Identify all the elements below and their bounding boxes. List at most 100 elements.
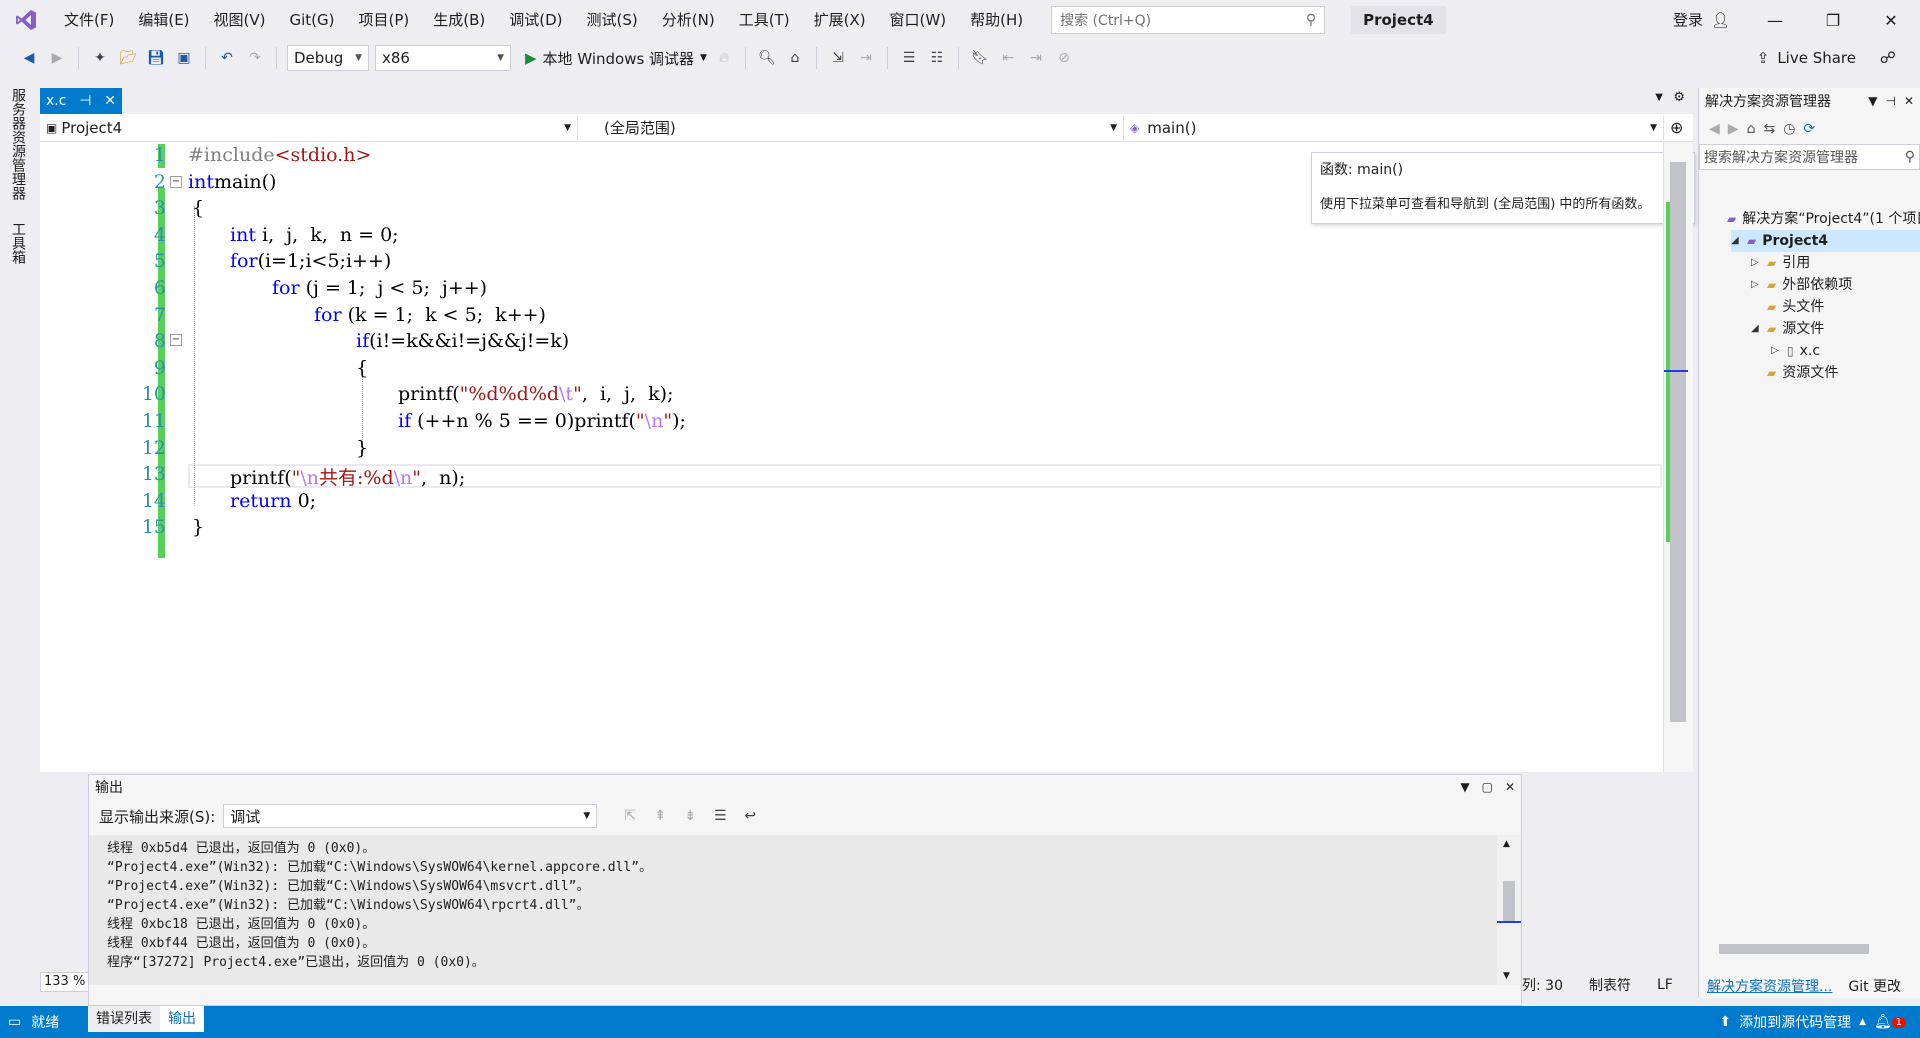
menu-item[interactable]: 视图(V) xyxy=(202,0,278,40)
sync-icon[interactable]: ⟳ xyxy=(1803,121,1815,137)
close-window-button[interactable]: ✕ xyxy=(1862,0,1920,40)
menu-item[interactable]: 调试(D) xyxy=(497,0,574,40)
solution-search-input[interactable]: 搜索解决方案资源管理器 ⚲ xyxy=(1699,144,1920,170)
zoom-level[interactable]: 133 % xyxy=(40,972,90,992)
tree-item[interactable]: ◢ ▰ 源文件 xyxy=(1751,318,1824,340)
editor-scrollbar[interactable] xyxy=(1663,142,1693,772)
step-over-icon[interactable]: ⇥ xyxy=(855,47,877,69)
maximize-button[interactable]: ❐ xyxy=(1804,0,1862,40)
tab-output[interactable]: 输出 xyxy=(160,1006,204,1032)
expander-icon[interactable]: ▷ xyxy=(1751,274,1761,296)
forward-icon[interactable]: ▶ xyxy=(46,47,68,69)
menu-item[interactable]: 生成(B) xyxy=(421,0,497,40)
search-input[interactable]: 搜索 (Ctrl+Q) ⚲ xyxy=(1051,6,1326,34)
notifications-button[interactable]: 🔔︎ 1 xyxy=(1874,1014,1906,1030)
indent-mode[interactable]: 制表符 xyxy=(1589,975,1631,995)
redo-icon[interactable]: ↷ xyxy=(244,47,266,69)
panel-dropdown-icon[interactable]: ▼ xyxy=(1460,780,1469,794)
expander-icon[interactable]: ◢ xyxy=(1731,230,1741,252)
tree-item[interactable]: ▰ 解决方案“Project4”(1 个项目) xyxy=(1711,208,1920,230)
forward-icon[interactable]: ▶ xyxy=(1728,121,1739,137)
menu-item[interactable]: 工具(T) xyxy=(727,0,802,40)
solution-hscroll-thumb[interactable] xyxy=(1719,944,1869,954)
uncomment-icon[interactable]: ☷ xyxy=(926,47,948,69)
pin-icon[interactable]: ⊣ xyxy=(79,93,91,109)
fold-toggle-icon[interactable]: − xyxy=(170,334,182,346)
column-indicator[interactable]: 列: 30 xyxy=(1522,975,1563,995)
solution-explorer-icon[interactable]: ⌂ xyxy=(784,47,806,69)
maximize-panel-icon[interactable]: ▢ xyxy=(1482,780,1493,794)
output-scroll-thumb[interactable] xyxy=(1503,881,1515,921)
close-panel-icon[interactable]: ✕ xyxy=(1505,780,1515,794)
tree-item[interactable]: ▰ 头文件 xyxy=(1751,296,1824,318)
menu-item[interactable]: 文件(F) xyxy=(52,0,126,40)
menu-item[interactable]: 测试(S) xyxy=(575,0,650,40)
word-wrap-icon[interactable]: ↩ xyxy=(739,805,761,827)
expander-icon[interactable]: ▷ xyxy=(1751,252,1761,274)
project-dropdown[interactable]: ▣ Project4 ▼ xyxy=(40,115,578,140)
split-editor-icon[interactable]: ⊕ xyxy=(1670,118,1683,137)
output-scrollbar[interactable]: ▲ ▼ xyxy=(1497,835,1521,985)
tree-item[interactable]: ▷ ▰ 外部依赖项 xyxy=(1751,274,1852,296)
tab-list-dropdown-icon[interactable]: ▼ xyxy=(1655,92,1663,103)
feedback-icon[interactable]: ☍ xyxy=(1880,48,1896,67)
line-ending[interactable]: LF xyxy=(1657,977,1673,993)
prev-message-icon[interactable]: ⇞ xyxy=(649,805,671,827)
back-icon[interactable]: ◀ xyxy=(18,47,40,69)
find-message-icon[interactable]: ⇱ xyxy=(619,805,641,827)
new-project-icon[interactable]: ✦ xyxy=(89,47,111,69)
menu-item[interactable]: 窗口(W) xyxy=(878,0,959,40)
save-all-icon[interactable]: ▣ xyxy=(173,47,195,69)
clear-bookmarks-icon[interactable]: ⊘ xyxy=(1053,47,1075,69)
close-tab-icon[interactable]: ✕ xyxy=(104,93,116,109)
next-message-icon[interactable]: ⇟ xyxy=(679,805,701,827)
tab-error-list[interactable]: 错误列表 xyxy=(88,1006,160,1032)
undo-icon[interactable]: ↶ xyxy=(216,47,238,69)
editor-scroll-thumb[interactable] xyxy=(1670,162,1686,722)
bookmark-icon[interactable]: 🔖︎ xyxy=(969,47,991,69)
output-source-select[interactable]: 调试 ▼ xyxy=(223,804,598,828)
menu-item[interactable]: 分析(N) xyxy=(650,0,727,40)
server-explorer-tab[interactable]: 服务器资源管理器 xyxy=(8,88,28,200)
login-button[interactable]: 登录 👤︎ xyxy=(1673,0,1730,40)
output-text[interactable]: 线程 0xb5d4 已退出，返回值为 0 (0x0)。 “Project4.exe… xyxy=(89,835,1499,985)
tree-item[interactable]: ▷ ▯ x.c xyxy=(1771,340,1820,362)
panel-dropdown-icon[interactable]: ▼ xyxy=(1868,94,1877,108)
menu-item[interactable]: 帮助(H) xyxy=(958,0,1035,40)
fold-toggle-icon[interactable]: − xyxy=(170,176,182,188)
prev-bookmark-icon[interactable]: ⇤ xyxy=(997,47,1019,69)
step-into-icon[interactable]: ⇲ xyxy=(827,47,849,69)
tree-item[interactable]: ▷ ▰ 引用 xyxy=(1751,252,1810,274)
close-panel-icon[interactable]: ✕ xyxy=(1904,94,1914,108)
expander-icon[interactable]: ◢ xyxy=(1751,318,1761,340)
add-to-source-control-button[interactable]: ⬆ 添加到源代码管理 ▲ xyxy=(1719,1012,1866,1032)
tree-item[interactable]: ◢ ▰ Project4 xyxy=(1731,230,1920,252)
clear-all-icon[interactable]: ☰ xyxy=(709,805,731,827)
tab-git-changes[interactable]: Git 更改 xyxy=(1840,974,1909,998)
pin-icon[interactable]: ⊣ xyxy=(1885,94,1895,108)
hot-reload-icon[interactable]: 🔥︎ xyxy=(713,47,735,69)
home-icon[interactable]: ⌂ xyxy=(1747,121,1756,137)
expander-icon[interactable]: ▷ xyxy=(1771,340,1781,362)
member-dropdown[interactable]: ◈ main() ▼ xyxy=(1124,115,1664,140)
back-icon[interactable]: ◀ xyxy=(1709,121,1720,137)
switch-views-icon[interactable]: ⇆ xyxy=(1763,121,1775,137)
live-share-button[interactable]: ⇪ Live Share xyxy=(1757,40,1856,76)
menu-item[interactable]: 项目(P) xyxy=(347,0,422,40)
minimize-button[interactable]: — xyxy=(1746,0,1804,40)
next-bookmark-icon[interactable]: ⇥ xyxy=(1025,47,1047,69)
find-in-files-icon[interactable]: 🔍︎ xyxy=(756,47,778,69)
tab-x-c[interactable]: x.c ⊣ ✕ xyxy=(40,88,122,114)
menu-item[interactable]: 编辑(E) xyxy=(126,0,201,40)
open-file-icon[interactable]: 📂︎ xyxy=(117,47,139,69)
platform-select[interactable]: x86 ▼ xyxy=(375,45,511,71)
save-icon[interactable]: 💾︎ xyxy=(145,47,167,69)
menu-item[interactable]: Git(G) xyxy=(278,0,347,40)
toolbox-tab[interactable]: 工具箱 xyxy=(8,222,28,264)
settings-gear-icon[interactable]: ⚙ xyxy=(1673,90,1685,105)
code-editor[interactable]: − − 1 2 3 4 5 6 7 8 9 10 11 12 13 14 15 #include<stdio.… xyxy=(40,142,1670,772)
menu-item[interactable]: 扩展(X) xyxy=(802,0,878,40)
tab-solution-explorer[interactable]: 解决方案资源管理... xyxy=(1699,974,1840,998)
scope-dropdown[interactable]: (全局范围) ▼ xyxy=(578,115,1124,140)
start-debugger-button[interactable]: ▶ 本地 Windows 调试器 ▼ xyxy=(525,48,707,69)
